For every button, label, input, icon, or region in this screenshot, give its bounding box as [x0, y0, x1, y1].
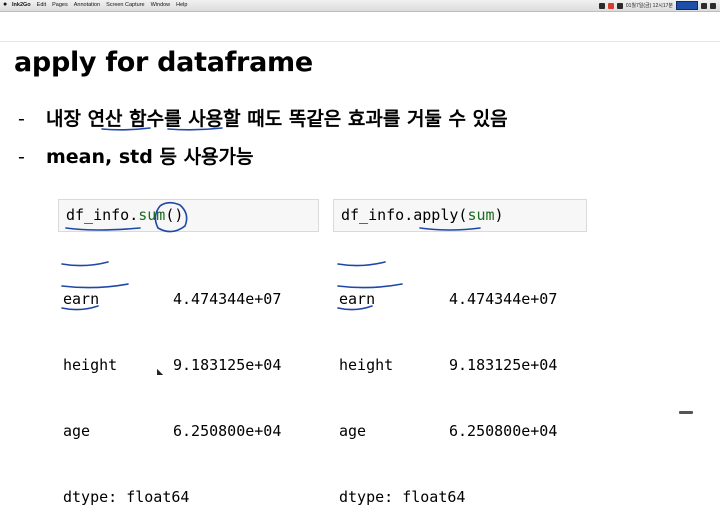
code-cell-sum: df_info.sum(): [58, 199, 319, 232]
bullet-marker: -: [18, 108, 25, 130]
dock-indicator: [679, 411, 693, 414]
code-argument: sum: [467, 206, 495, 224]
input-source-icon[interactable]: [676, 1, 698, 10]
output-value: 6.250800e+04: [449, 422, 558, 440]
tray-app-icon[interactable]: [598, 2, 605, 9]
wifi-icon[interactable]: [616, 2, 623, 9]
output-key: earn: [63, 290, 100, 308]
output-key: age: [339, 422, 367, 440]
output-sum: earn 4.474344e+07 height 9.183125e+04 age 6…: [63, 244, 281, 530]
menu-app-name[interactable]: Ink2Go: [12, 2, 31, 8]
code-object: df_info.: [66, 206, 139, 224]
menu-items: Ink2Go Edit Pages Annotation Screen Capt…: [12, 2, 187, 8]
output-row: age 6.250800e+04: [339, 420, 557, 442]
output-value: 4.474344e+07: [173, 290, 282, 308]
output-value: 6.250800e+04: [173, 422, 282, 440]
menu-edit[interactable]: Edit: [37, 2, 46, 8]
output-value: 9.183125e+04: [173, 356, 282, 374]
record-icon[interactable]: [607, 2, 614, 9]
output-row: height 9.183125e+04: [339, 354, 557, 376]
code-suffix: (): [165, 206, 184, 224]
output-row: height 9.183125e+04: [63, 354, 281, 376]
output-row: earn 4.474344e+07: [339, 288, 557, 310]
apple-icon[interactable]: ●: [3, 1, 7, 8]
output-dtype: dtype: float64: [339, 488, 466, 506]
code-suffix: ): [494, 206, 504, 224]
mouse-cursor-icon: ◣: [157, 367, 164, 376]
code-object: df_info.: [341, 206, 414, 224]
bullet-item: - 내장 연산 함수를 사용할 때도 똑같은 효과를 거둘 수 있음: [18, 104, 508, 131]
slide-title: apply for dataframe: [14, 47, 313, 78]
output-value: 9.183125e+04: [449, 356, 558, 374]
bullet-marker: -: [18, 146, 25, 168]
menu-annotation[interactable]: Annotation: [74, 2, 100, 8]
menu-bar: ● Ink2Go Edit Pages Annotation Screen Ca…: [0, 0, 720, 12]
output-key: earn: [339, 290, 376, 308]
menu-screen-capture[interactable]: Screen Capture: [106, 2, 145, 8]
output-key: age: [63, 422, 91, 440]
bullet-text: mean, std 등 사용가능: [46, 146, 254, 168]
output-row: age 6.250800e+04: [63, 420, 281, 442]
output-dtype: dtype: float64: [63, 488, 190, 506]
bullet-text: 내장 연산 함수를 사용할 때도 똑같은 효과를 거둘 수 있음: [46, 108, 508, 130]
menu-pages[interactable]: Pages: [52, 2, 68, 8]
menu-window[interactable]: Window: [151, 2, 171, 8]
output-row: earn 4.474344e+07: [63, 288, 281, 310]
code-function: apply(: [413, 206, 468, 224]
menu-list-icon[interactable]: [710, 2, 716, 9]
search-icon[interactable]: [701, 2, 707, 9]
output-apply: earn 4.474344e+07 height 9.183125e+04 age 6…: [339, 244, 557, 530]
code-function: sum: [138, 206, 166, 224]
output-key: height: [339, 356, 394, 374]
menu-help[interactable]: Help: [176, 2, 187, 8]
bullet-item: - mean, std 등 사용가능: [18, 142, 254, 169]
slide-top-border: [0, 41, 720, 42]
code-cell-apply: df_info.apply(sum): [333, 199, 587, 232]
clock-text[interactable]: 01월7일(금) 12시17분: [626, 2, 673, 9]
status-area: 01월7일(금) 12시17분: [598, 1, 716, 10]
output-value: 4.474344e+07: [449, 290, 558, 308]
